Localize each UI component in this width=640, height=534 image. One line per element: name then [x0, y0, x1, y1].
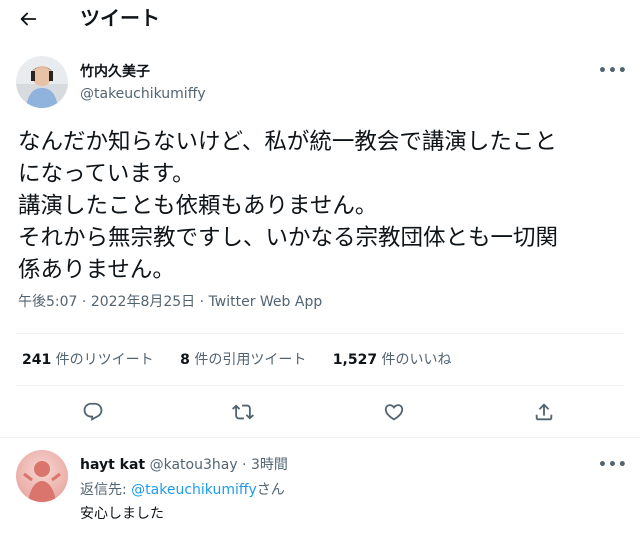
divider: [0, 437, 640, 438]
replying-to: 返信先: @takeuchikumiffyさん: [80, 480, 285, 500]
reply-to-prefix: 返信先:: [80, 482, 132, 498]
quotes-stat[interactable]: 8 件の引用ツイート: [180, 350, 306, 370]
tweet-source[interactable]: Twitter Web App: [209, 294, 323, 310]
back-arrow-icon[interactable]: [16, 8, 40, 30]
divider: [16, 333, 624, 334]
tweet-text: なんだか知らないけど、私が統一教会で講演したこと になっています。 講演したこと…: [18, 126, 628, 286]
reply-header: hayt kat @katou3hay · 3時間: [80, 455, 288, 475]
retweet-icon[interactable]: [232, 401, 254, 423]
reply-more-options-icon[interactable]: •••: [598, 458, 627, 478]
reply-separator: ·: [237, 457, 251, 473]
reply-author-handle[interactable]: @katou3hay: [150, 457, 238, 473]
meta-separator: ·: [77, 294, 91, 310]
quotes-label: 件の引用ツイート: [189, 352, 307, 368]
likes-count: 1,527: [332, 352, 378, 368]
author-name[interactable]: 竹内久美子: [80, 62, 150, 82]
retweets-label: 件のリツイート: [51, 352, 154, 368]
tweet-text-line: 講演したことも依頼もありません。: [18, 193, 378, 219]
divider: [16, 385, 624, 386]
tweet-time[interactable]: 午後5:07: [18, 294, 77, 310]
more-options-icon[interactable]: •••: [598, 64, 627, 84]
tweet-date[interactable]: 2022年8月25日: [91, 294, 195, 310]
tweet-text-line: 係ありません。: [18, 257, 175, 283]
reply-text: 安心しました: [80, 506, 164, 522]
retweets-count: 241: [22, 352, 52, 368]
header-bar: ツイート: [0, 0, 640, 38]
tweet-text-line: それから無宗教ですし、いかなる宗教団体とも一切関: [18, 225, 559, 251]
reply-time[interactable]: 3時間: [251, 457, 288, 473]
likes-stat[interactable]: 1,527 件のいいね: [333, 350, 452, 370]
tweet-meta: 午後5:07 · 2022年8月25日 · Twitter Web App: [18, 292, 322, 312]
meta-separator: ·: [195, 294, 209, 310]
retweets-stat[interactable]: 241 件のリツイート: [22, 350, 154, 370]
tweet-text-line: なんだか知らないけど、私が統一教会で講演したこと: [18, 129, 557, 155]
like-icon[interactable]: [383, 401, 405, 423]
reply-author-name[interactable]: hayt kat: [80, 457, 145, 473]
page-title: ツイート: [80, 6, 160, 30]
reply-to-suffix: さん: [256, 482, 285, 498]
likes-label: 件のいいね: [377, 352, 452, 368]
share-icon[interactable]: [533, 401, 555, 423]
quotes-count: 8: [180, 352, 190, 368]
tweet-stats: 241 件のリツイート 8 件の引用ツイート 1,527 件のいいね: [22, 350, 474, 370]
tweet-text-line: になっています。: [18, 161, 195, 187]
reply-icon[interactable]: [82, 401, 104, 423]
reply-avatar[interactable]: [16, 450, 68, 502]
author-avatar[interactable]: [16, 56, 68, 108]
reply-to-mention[interactable]: @takeuchikumiffy: [131, 482, 257, 498]
author-handle[interactable]: @takeuchikumiffy: [80, 84, 206, 104]
